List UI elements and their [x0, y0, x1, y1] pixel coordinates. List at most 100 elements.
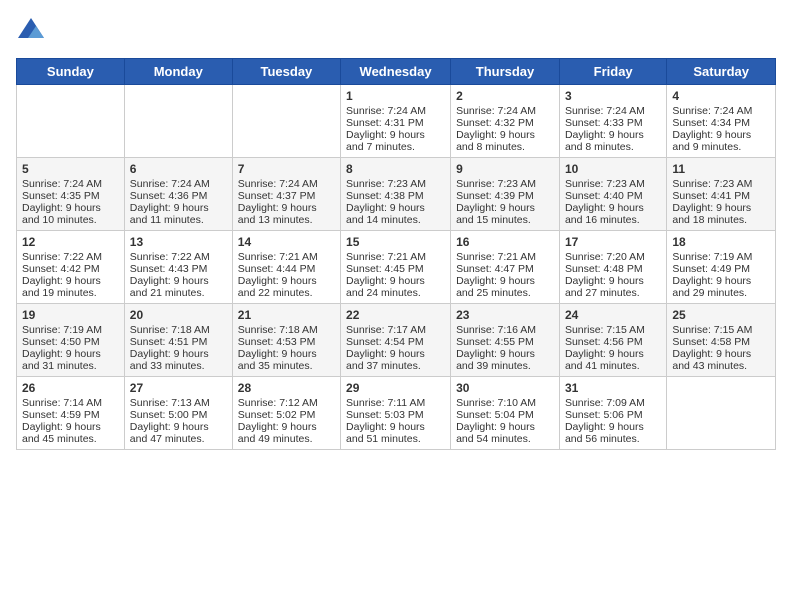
day-info: Sunset: 4:58 PM — [672, 336, 770, 348]
calendar-cell: 10Sunrise: 7:23 AMSunset: 4:40 PMDayligh… — [559, 158, 666, 231]
calendar-day-header: Saturday — [667, 59, 776, 85]
day-info: Sunrise: 7:23 AM — [346, 178, 445, 190]
day-info: Sunset: 4:47 PM — [456, 263, 554, 275]
day-info: Sunset: 4:54 PM — [346, 336, 445, 348]
day-info: Sunset: 4:37 PM — [238, 190, 335, 202]
day-info: Daylight: 9 hours and 15 minutes. — [456, 202, 554, 226]
calendar-cell: 23Sunrise: 7:16 AMSunset: 4:55 PMDayligh… — [451, 304, 560, 377]
day-number: 4 — [672, 89, 770, 103]
day-info: Sunset: 4:53 PM — [238, 336, 335, 348]
day-info: Sunset: 4:51 PM — [130, 336, 227, 348]
page-header — [16, 16, 776, 46]
day-info: Daylight: 9 hours and 27 minutes. — [565, 275, 661, 299]
day-info: Sunrise: 7:16 AM — [456, 324, 554, 336]
calendar-day-header: Sunday — [17, 59, 125, 85]
day-info: Sunrise: 7:14 AM — [22, 397, 119, 409]
day-info: Sunset: 4:40 PM — [565, 190, 661, 202]
day-info: Daylight: 9 hours and 54 minutes. — [456, 421, 554, 445]
day-info: Sunrise: 7:24 AM — [346, 105, 445, 117]
calendar-cell: 5Sunrise: 7:24 AMSunset: 4:35 PMDaylight… — [17, 158, 125, 231]
day-info: Daylight: 9 hours and 35 minutes. — [238, 348, 335, 372]
day-info: Sunrise: 7:21 AM — [346, 251, 445, 263]
day-number: 17 — [565, 235, 661, 249]
day-info: Daylight: 9 hours and 37 minutes. — [346, 348, 445, 372]
day-number: 22 — [346, 308, 445, 322]
day-info: Daylight: 9 hours and 21 minutes. — [130, 275, 227, 299]
calendar-cell: 18Sunrise: 7:19 AMSunset: 4:49 PMDayligh… — [667, 231, 776, 304]
day-info: Daylight: 9 hours and 51 minutes. — [346, 421, 445, 445]
day-number: 8 — [346, 162, 445, 176]
day-info: Sunset: 4:50 PM — [22, 336, 119, 348]
day-number: 30 — [456, 381, 554, 395]
calendar-cell: 15Sunrise: 7:21 AMSunset: 4:45 PMDayligh… — [341, 231, 451, 304]
day-info: Sunset: 4:33 PM — [565, 117, 661, 129]
day-info: Daylight: 9 hours and 19 minutes. — [22, 275, 119, 299]
day-info: Sunset: 4:38 PM — [346, 190, 445, 202]
calendar-cell: 13Sunrise: 7:22 AMSunset: 4:43 PMDayligh… — [124, 231, 232, 304]
day-number: 1 — [346, 89, 445, 103]
day-info: Sunrise: 7:15 AM — [672, 324, 770, 336]
day-number: 31 — [565, 381, 661, 395]
day-info: Daylight: 9 hours and 7 minutes. — [346, 129, 445, 153]
calendar-week-row: 19Sunrise: 7:19 AMSunset: 4:50 PMDayligh… — [17, 304, 776, 377]
calendar-cell: 11Sunrise: 7:23 AMSunset: 4:41 PMDayligh… — [667, 158, 776, 231]
calendar-cell: 6Sunrise: 7:24 AMSunset: 4:36 PMDaylight… — [124, 158, 232, 231]
day-number: 27 — [130, 381, 227, 395]
calendar-cell: 8 Sunrise: 7:23 AMSunset: 4:38 PMDaylight… — [341, 158, 451, 231]
calendar-cell: 31 Sunrise: 7:09 AMSunset: 5:06 PMDayligh… — [559, 377, 666, 450]
calendar-cell: 17Sunrise: 7:20 AMSunset: 4:48 PMDayligh… — [559, 231, 666, 304]
day-info: Sunrise: 7:15 AM — [565, 324, 661, 336]
day-info: Sunrise: 7:23 AM — [672, 178, 770, 190]
logo-icon — [16, 16, 46, 46]
day-number: 26 — [22, 381, 119, 395]
day-info: Sunrise: 7:24 AM — [456, 105, 554, 117]
day-info: Sunset: 4:48 PM — [565, 263, 661, 275]
day-info: Sunset: 4:49 PM — [672, 263, 770, 275]
day-info: Sunrise: 7:09 AM — [565, 397, 661, 409]
day-info: Sunset: 5:00 PM — [130, 409, 227, 421]
day-number: 7 — [238, 162, 335, 176]
day-info: Sunrise: 7:12 AM — [238, 397, 335, 409]
day-info: Sunset: 5:04 PM — [456, 409, 554, 421]
day-info: Sunset: 4:32 PM — [456, 117, 554, 129]
day-info: Sunrise: 7:10 AM — [456, 397, 554, 409]
calendar-cell: 9Sunrise: 7:23 AMSunset: 4:39 PMDaylight… — [451, 158, 560, 231]
day-info: Daylight: 9 hours and 25 minutes. — [456, 275, 554, 299]
day-number: 2 — [456, 89, 554, 103]
day-info: Daylight: 9 hours and 45 minutes. — [22, 421, 119, 445]
calendar-header-row: SundayMondayTuesdayWednesdayThursdayFrid… — [17, 59, 776, 85]
day-number: 20 — [130, 308, 227, 322]
calendar-day-header: Wednesday — [341, 59, 451, 85]
day-number: 28 — [238, 381, 335, 395]
calendar-cell — [232, 85, 340, 158]
calendar-cell: 22Sunrise: 7:17 AMSunset: 4:54 PMDayligh… — [341, 304, 451, 377]
calendar-week-row: 12Sunrise: 7:22 AMSunset: 4:42 PMDayligh… — [17, 231, 776, 304]
day-info: Daylight: 9 hours and 49 minutes. — [238, 421, 335, 445]
day-info: Daylight: 9 hours and 31 minutes. — [22, 348, 119, 372]
calendar-day-header: Thursday — [451, 59, 560, 85]
day-number: 18 — [672, 235, 770, 249]
day-info: Daylight: 9 hours and 14 minutes. — [346, 202, 445, 226]
day-info: Sunrise: 7:21 AM — [456, 251, 554, 263]
day-info: Sunset: 4:45 PM — [346, 263, 445, 275]
calendar-cell: 19Sunrise: 7:19 AMSunset: 4:50 PMDayligh… — [17, 304, 125, 377]
calendar-cell: 4Sunrise: 7:24 AMSunset: 4:34 PMDaylight… — [667, 85, 776, 158]
day-info: Daylight: 9 hours and 56 minutes. — [565, 421, 661, 445]
day-info: Sunrise: 7:24 AM — [565, 105, 661, 117]
day-info: Daylight: 9 hours and 24 minutes. — [346, 275, 445, 299]
calendar-body: 1Sunrise: 7:24 AMSunset: 4:31 PMDaylight… — [17, 85, 776, 450]
calendar-cell: 16Sunrise: 7:21 AMSunset: 4:47 PMDayligh… — [451, 231, 560, 304]
day-info: Sunset: 4:31 PM — [346, 117, 445, 129]
calendar-cell: 20Sunrise: 7:18 AMSunset: 4:51 PMDayligh… — [124, 304, 232, 377]
day-info: Daylight: 9 hours and 22 minutes. — [238, 275, 335, 299]
calendar-cell: 24Sunrise: 7:15 AMSunset: 4:56 PMDayligh… — [559, 304, 666, 377]
day-number: 23 — [456, 308, 554, 322]
day-info: Sunset: 5:06 PM — [565, 409, 661, 421]
day-info: Sunset: 5:03 PM — [346, 409, 445, 421]
day-info: Daylight: 9 hours and 39 minutes. — [456, 348, 554, 372]
calendar-cell: 29Sunrise: 7:11 AMSunset: 5:03 PMDayligh… — [341, 377, 451, 450]
day-number: 24 — [565, 308, 661, 322]
logo — [16, 16, 50, 46]
calendar-day-header: Monday — [124, 59, 232, 85]
day-info: Sunset: 4:41 PM — [672, 190, 770, 202]
